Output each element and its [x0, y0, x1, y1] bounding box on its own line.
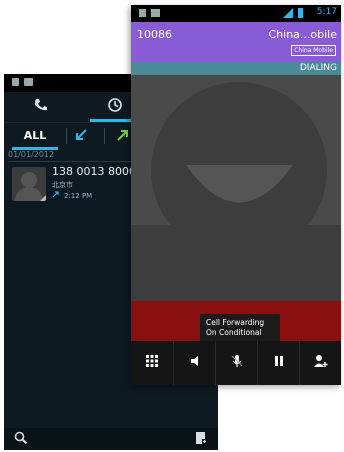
- phone-icon: [33, 97, 49, 117]
- divider: [66, 128, 67, 144]
- dialpad-icon: [145, 354, 159, 372]
- speaker-icon: [188, 354, 202, 372]
- hold-icon: [272, 354, 286, 372]
- notification-icon: [24, 78, 33, 86]
- caller-header: 10086 China...obile China Mobile: [131, 22, 341, 62]
- search-icon[interactable]: [14, 431, 28, 449]
- avatar[interactable]: [12, 167, 46, 201]
- default-contact-photo-icon: [131, 82, 341, 301]
- incoming-arrow-icon[interactable]: [72, 127, 90, 145]
- usb-icon: [12, 78, 19, 86]
- caller-photo: [131, 75, 341, 301]
- outgoing-arrow-icon[interactable]: [114, 127, 132, 145]
- mute-icon: [230, 354, 244, 372]
- battery-icon: [298, 8, 303, 18]
- bottom-bar: [4, 428, 218, 450]
- date-header: 01/01/2012: [8, 150, 55, 159]
- caller-number: 10086: [137, 28, 172, 41]
- entry-number: 138 0013 8000: [52, 165, 136, 178]
- dialpad-button[interactable]: [131, 341, 173, 385]
- signal-icon: [283, 8, 293, 18]
- status-bar: 5:17: [131, 5, 341, 22]
- toast-message: Cell Forwarding On Conditional: [200, 314, 280, 342]
- toast-line-1: Cell Forwarding: [206, 318, 265, 327]
- clock-icon: [107, 97, 123, 117]
- add-call-button[interactable]: [299, 341, 341, 385]
- contact-card-icon[interactable]: [194, 431, 208, 449]
- speaker-button[interactable]: [173, 341, 216, 385]
- dialing-screen: 5:17 10086 China...obile China Mobile DI…: [131, 5, 341, 385]
- call-status: DIALING: [299, 63, 337, 73]
- usb-icon: [139, 9, 146, 17]
- toast-line-2: On Conditional: [206, 328, 262, 337]
- add-call-icon: [313, 354, 329, 372]
- filter-all-button[interactable]: ALL: [12, 123, 58, 150]
- operator-label: China Mobile: [291, 45, 336, 56]
- hold-button[interactable]: [257, 341, 300, 385]
- entry-location: 北京市: [52, 181, 73, 189]
- operator-name: China...obile: [268, 28, 337, 41]
- notification-icon: [151, 9, 160, 17]
- status-time: 5:17: [316, 7, 337, 17]
- in-call-controls: [131, 341, 341, 385]
- divider: [104, 128, 105, 144]
- entry-time-row: 2:12 PM: [52, 190, 92, 201]
- entry-time: 2:12 PM: [64, 191, 93, 200]
- call-status-bar: DIALING: [131, 62, 341, 75]
- outgoing-arrow-icon: [52, 190, 60, 201]
- mute-button[interactable]: [215, 341, 258, 385]
- tab-phone[interactable]: [6, 92, 76, 122]
